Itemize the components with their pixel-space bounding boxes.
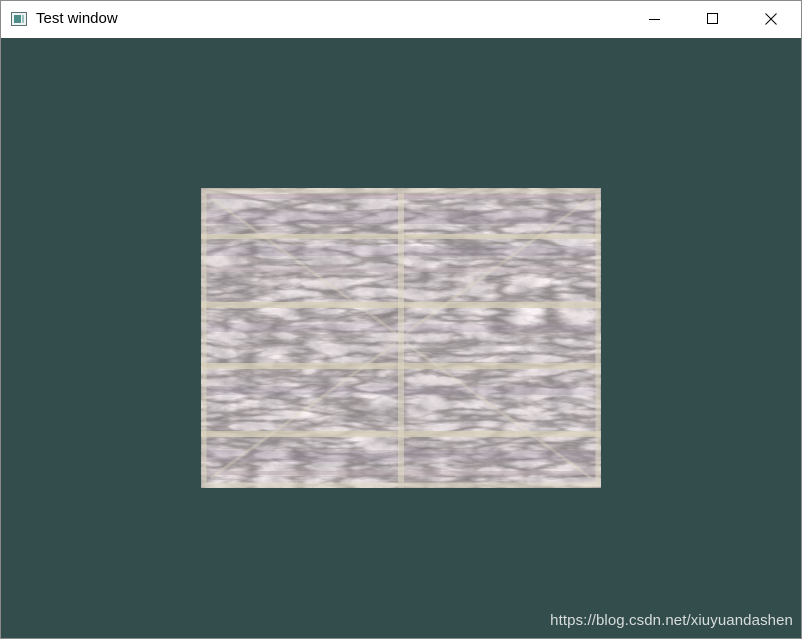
app-icon	[11, 12, 27, 26]
render-viewport[interactable]: https://blog.csdn.net/xiuyuandashen	[1, 38, 801, 638]
maximize-icon	[707, 13, 718, 24]
minimize-icon	[649, 19, 660, 20]
minimize-button[interactable]	[626, 1, 684, 37]
watermark-url: https://blog.csdn.net/xiuyuandashen	[550, 612, 793, 629]
maximize-button[interactable]	[684, 1, 742, 37]
app-window: Test window https://blog.csdn.net/xiuyua…	[0, 0, 802, 639]
textured-rectangle	[201, 188, 601, 488]
title-bar[interactable]: Test window	[1, 1, 801, 37]
close-icon	[765, 13, 777, 25]
window-title: Test window	[36, 10, 118, 27]
close-button[interactable]	[742, 1, 800, 37]
